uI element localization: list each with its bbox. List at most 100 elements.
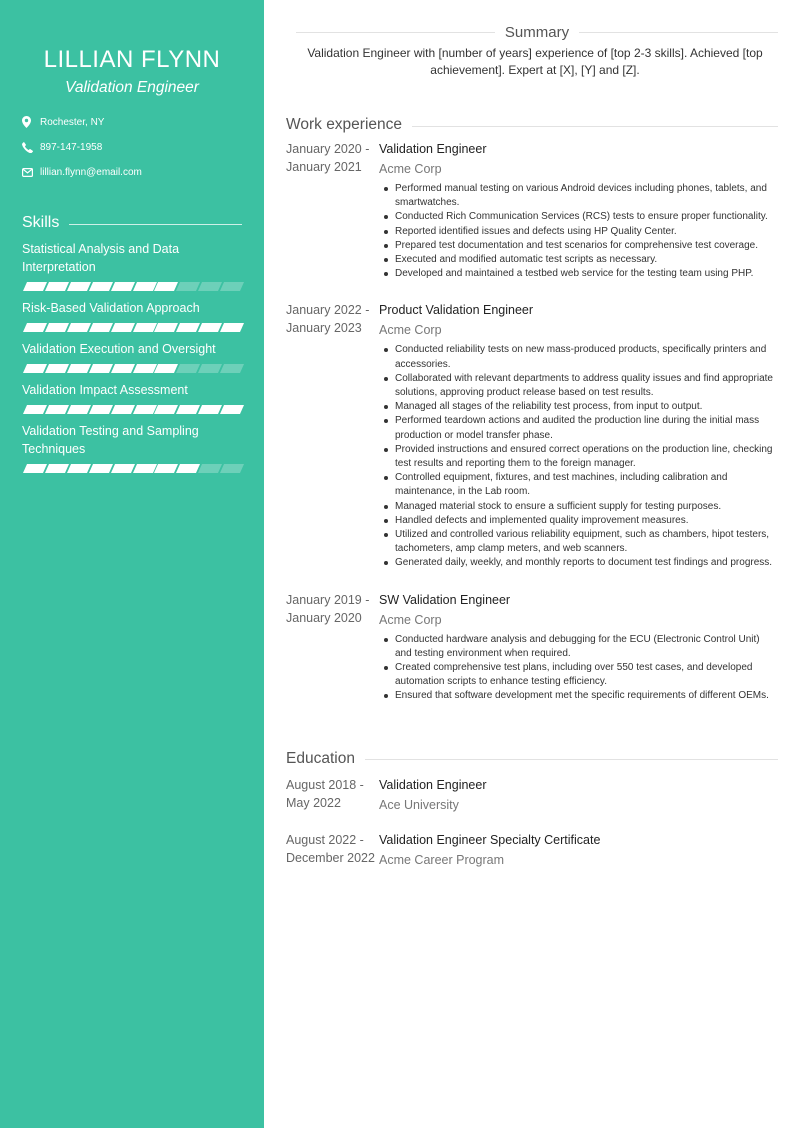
work-experience-title: Work experience [286,116,403,133]
skill-segment-filled [88,464,113,473]
divider [364,759,778,761]
skill-segment-filled [154,323,179,332]
skill-segment-filled [198,323,223,332]
skills-section-header: Skills [22,214,242,232]
job-bullet: Performed manual testing on various Andr… [384,182,778,210]
job-bullets: Conducted hardware analysis and debuggin… [379,633,778,704]
skill-level-bar [22,282,245,291]
education-dates: August 2018 - May 2022 [286,776,379,815]
skill-segment-filled [176,323,201,332]
skill-level-bar [22,323,245,332]
contact-email[interactable]: lillian.flynn@email.com [22,164,242,180]
job-end-date: January 2020 [286,610,362,625]
summary-title: Summary [504,24,570,41]
skill-segment-filled [220,405,245,414]
envelope-icon [22,167,40,177]
skills-list: Statistical Analysis and Data Interpreta… [22,240,245,473]
job-end-date: January 2023 [286,321,362,336]
skill-segment-filled [22,323,47,332]
skill-segment-empty [198,282,223,291]
skill-item: Validation Execution and Oversight [22,340,245,373]
skill-segment-filled [66,405,91,414]
job-title: SW Validation Engineer [379,592,511,607]
skill-segment-filled [44,323,69,332]
education-end-date: May 2022 [286,795,341,810]
skill-segment-filled [132,364,157,373]
education-end-date: December 2022 [286,850,375,865]
job-bullet: Handled defects and implemented quality … [384,514,778,528]
skill-segment-filled [66,464,91,473]
job-entry: January 2022 - January 2023 Product Vali… [286,301,778,570]
job-bullet: Ensured that software development met th… [384,689,778,703]
skill-segment-filled [154,282,179,291]
skill-segment-filled [176,405,201,414]
skill-segment-empty [198,364,223,373]
divider [69,223,242,225]
skill-level-bar [22,464,245,473]
job-title: Product Validation Engineer [379,303,534,318]
skill-segment-empty [220,282,245,291]
skill-segment-filled [22,405,47,414]
skill-segment-filled [22,282,47,291]
candidate-headline: Validation Engineer [65,79,199,96]
education-section: Education August 2018 - May 2022 Validat… [286,750,778,870]
job-dates: January 2019 - January 2020 [286,591,379,704]
skill-segment-filled [44,364,69,373]
skill-item: Risk-Based Validation Approach [22,299,245,332]
skill-segment-filled [110,464,135,473]
sidebar: LILLIAN FLYNN Validation Engineer Roches… [0,0,264,1128]
summary-text: Validation Engineer with [number of year… [307,46,763,77]
summary-header: Summary [296,24,778,41]
skill-segment-filled [220,323,245,332]
candidate-name: LILLIAN FLYNN [43,46,221,73]
skill-segment-filled [198,405,223,414]
job-bullet: Utilized and controlled various reliabil… [384,528,778,556]
skill-segment-filled [132,282,157,291]
skill-level-bar [22,364,245,373]
job-company: Acme Corp [379,612,442,627]
contact-phone: 897-147-1958 [22,139,242,155]
job-bullet: Reported identified issues and defects u… [384,225,778,239]
skill-label: Validation Execution and Oversight [22,342,216,356]
skill-segment-filled [88,282,113,291]
education-start-date: August 2022 - [286,832,364,847]
skill-segment-filled [88,405,113,414]
job-dates: January 2022 - January 2023 [286,301,379,570]
divider [579,32,778,33]
job-bullets: Conducted reliability tests on new mass-… [379,343,778,570]
job-bullet: Conducted Rich Communication Services (R… [384,210,778,224]
skill-segment-filled [154,464,179,473]
divider [412,125,778,127]
job-bullet: Generated daily, weekly, and monthly rep… [384,556,778,570]
skill-item: Statistical Analysis and Data Interpreta… [22,240,245,291]
job-company: Acme Corp [379,162,442,176]
job-bullet: Collaborated with relevant departments t… [384,372,778,400]
skill-label: Validation Impact Assessment [22,383,188,397]
contact-email-text[interactable]: lillian.flynn@email.com [40,167,142,178]
skill-segment-filled [44,464,69,473]
skill-segment-filled [66,364,91,373]
job-bullet: Developed and maintained a testbed web s… [384,267,778,281]
job-start-date: January 2019 - [286,592,370,607]
skill-item: Validation Impact Assessment [22,381,245,414]
education-entry: August 2018 - May 2022 Validation Engine… [286,776,778,815]
skill-label: Validation Testing and Sampling Techniqu… [22,424,199,456]
job-bullet: Managed all stages of the reliability te… [384,400,778,414]
skill-segment-filled [110,323,135,332]
education-start-date: August 2018 - [286,777,364,792]
education-degree: Validation Engineer [379,777,487,792]
skill-segment-filled [110,405,135,414]
skills-title: Skills [22,214,60,231]
main-content: Summary Validation Engineer with [number… [286,0,778,870]
job-entry: January 2020 - January 2021 Validation E… [286,140,778,281]
skill-segment-filled [66,323,91,332]
skill-segment-filled [110,364,135,373]
skill-segment-filled [110,282,135,291]
skill-segment-filled [22,364,47,373]
job-bullet: Conducted hardware analysis and debuggin… [384,633,778,661]
skill-segment-filled [132,323,157,332]
skill-label: Statistical Analysis and Data Interpreta… [22,242,180,274]
skill-segment-empty [176,282,201,291]
skill-segment-empty [220,464,245,473]
skill-segment-filled [154,364,179,373]
